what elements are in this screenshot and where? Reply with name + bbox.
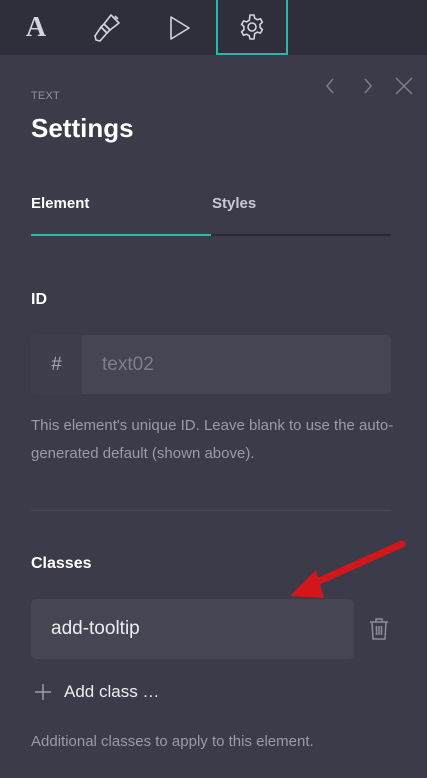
chevron-left-icon <box>326 78 334 94</box>
settings-button[interactable] <box>216 0 288 55</box>
remove-class-button[interactable] <box>368 617 390 641</box>
tab-styles[interactable]: Styles <box>212 195 256 212</box>
gear-icon <box>240 13 264 40</box>
tab-element[interactable]: Element <box>31 195 89 212</box>
class-chip-label: add-tooltip <box>51 618 140 639</box>
trash-icon <box>370 618 388 640</box>
close-button[interactable] <box>395 76 413 96</box>
id-field: # <box>31 335 391 394</box>
add-class-label: Add class … <box>64 682 160 701</box>
design-button[interactable] <box>72 0 144 55</box>
annotation-arrow <box>290 540 406 598</box>
id-help-text: This element's unique ID. Leave blank to… <box>31 417 394 462</box>
class-chip[interactable]: add-tooltip <box>31 599 354 659</box>
classes-help-text: Additional classes to apply to this elem… <box>31 733 314 750</box>
next-button[interactable] <box>359 76 377 96</box>
typography-button[interactable]: A <box>0 0 72 55</box>
id-input[interactable] <box>82 335 391 394</box>
interactions-button[interactable] <box>144 0 216 55</box>
previous-button[interactable] <box>321 76 339 96</box>
section-divider <box>31 510 391 511</box>
play-icon <box>170 15 190 40</box>
paintbrush-icon <box>94 13 120 42</box>
editor-toolbar: A <box>0 0 427 55</box>
tab-active-indicator <box>31 234 211 236</box>
page-title: Settings <box>31 113 134 143</box>
letter-a-icon: A <box>25 11 47 43</box>
close-icon <box>395 77 413 95</box>
add-class-button[interactable]: Add class … <box>34 680 159 704</box>
chevron-right-icon <box>364 78 372 94</box>
element-type-label: TEXT <box>31 90 60 102</box>
classes-section-label: Classes <box>31 555 92 572</box>
id-section-label: ID <box>31 291 47 308</box>
hash-prefix: # <box>31 335 82 394</box>
plus-icon <box>35 684 51 700</box>
